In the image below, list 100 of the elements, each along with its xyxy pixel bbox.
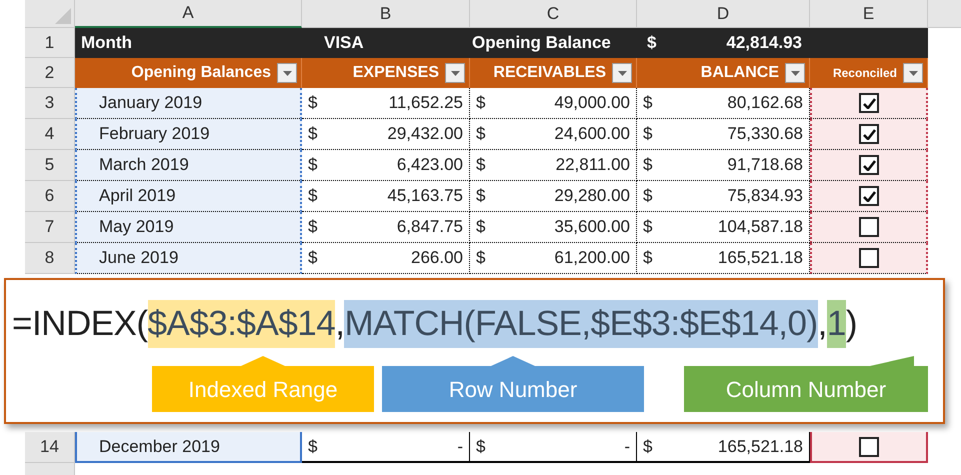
formula-reference: MATCH(FALSE,$E$3:$E$14,0) <box>344 300 818 348</box>
caret-icon <box>618 70 626 76</box>
amount: 104,587.18 <box>718 216 803 238</box>
table-cell: December 2019 <box>75 432 302 463</box>
column-title: BALANCE <box>700 63 779 83</box>
row-number: 4 <box>25 119 75 150</box>
checkbox[interactable] <box>859 436 879 456</box>
amount: 11,652.25 <box>388 92 463 114</box>
column-header[interactable]: E <box>810 0 928 28</box>
currency-symbol: $ <box>476 216 486 238</box>
caret-icon <box>282 70 292 76</box>
filter-dropdown-button[interactable] <box>445 63 465 83</box>
row-number <box>25 463 75 475</box>
currency-symbol: $ <box>643 216 652 238</box>
currency-symbol: $ <box>308 436 318 458</box>
column-title: Reconciled <box>832 65 897 82</box>
amount: 6,847.75 <box>396 216 463 238</box>
amount: 49,000.00 <box>554 92 630 114</box>
row-number: 1 <box>25 28 75 58</box>
row-number: 6 <box>25 181 75 212</box>
currency-symbol: $ <box>476 247 486 270</box>
checkbox[interactable] <box>859 186 879 206</box>
currency-symbol: $ <box>476 154 486 176</box>
formula-reference: $A$3:$A$14 <box>148 300 336 348</box>
account-name: VISA <box>323 32 365 54</box>
currency-symbol: $ <box>476 436 486 458</box>
column-header[interactable]: B <box>302 0 470 28</box>
table-cell: June 2019 <box>75 243 302 274</box>
amount: 75,834.93 <box>727 185 803 208</box>
amount: 22,811.00 <box>556 154 630 176</box>
formula-text: ) <box>846 303 858 345</box>
callout-pointer <box>870 356 914 366</box>
currency-symbol: $ <box>647 32 656 54</box>
amount: 6,423.00 <box>396 154 463 176</box>
formula-reference: 1 <box>826 300 846 348</box>
check-icon <box>862 98 876 108</box>
table-cell: January 2019 <box>75 88 302 119</box>
row-number: 3 <box>25 88 75 119</box>
amount: 35,600.00 <box>554 216 630 238</box>
amount: - <box>624 436 630 458</box>
amount: 24,600.00 <box>554 123 630 146</box>
column-header[interactable]: D <box>637 0 810 28</box>
checkbox[interactable] <box>859 93 879 113</box>
formula-text: , <box>335 303 344 345</box>
opening-balance-amount: 42,814.93 <box>726 32 802 54</box>
currency-symbol: $ <box>308 185 318 208</box>
column-title: EXPENSES <box>352 63 439 83</box>
currency-symbol: $ <box>308 247 318 270</box>
check-icon <box>862 190 876 202</box>
amount: 165,521.18 <box>718 436 803 458</box>
checkbox[interactable] <box>859 217 879 237</box>
check-icon <box>862 128 876 140</box>
amount: 266.00 <box>411 247 463 270</box>
table-cell: March 2019 <box>75 150 302 181</box>
caret-icon <box>908 70 918 76</box>
column-header[interactable]: C <box>470 0 637 28</box>
currency-symbol: $ <box>308 154 318 176</box>
opening-balance-label: Opening Balance <box>471 32 612 54</box>
amount: 29,280.00 <box>554 185 630 208</box>
currency-symbol: $ <box>476 92 486 114</box>
corner-triangle-icon <box>55 8 71 24</box>
row-number: 7 <box>25 212 75 243</box>
filter-dropdown-button[interactable] <box>277 63 297 83</box>
currency-symbol: $ <box>476 123 486 146</box>
currency-symbol: $ <box>643 154 652 176</box>
amount: 29,432.00 <box>387 123 463 146</box>
currency-symbol: $ <box>308 92 318 114</box>
row-number: 14 <box>25 432 75 463</box>
filter-dropdown-button[interactable] <box>612 63 632 83</box>
row-number: 8 <box>25 243 75 274</box>
caret-icon <box>450 70 460 76</box>
check-icon <box>862 160 876 170</box>
filter-dropdown-button[interactable] <box>785 63 805 83</box>
currency-symbol: $ <box>476 185 486 208</box>
amount: 75,330.68 <box>727 123 803 146</box>
caret-icon <box>790 70 800 76</box>
checkbox[interactable] <box>859 124 879 144</box>
amount: 91,718.68 <box>727 154 803 176</box>
currency-symbol: $ <box>643 123 652 146</box>
currency-symbol: $ <box>308 123 318 146</box>
callout-pointer <box>491 356 535 366</box>
formula-text: =INDEX( <box>12 303 148 345</box>
callout-pointer <box>241 356 285 366</box>
table-cell: April 2019 <box>75 181 302 212</box>
table-cell: February 2019 <box>75 119 302 150</box>
currency-symbol: $ <box>643 185 652 208</box>
title-label: Month <box>80 32 133 54</box>
row-number: 5 <box>25 150 75 181</box>
amount: 80,162.68 <box>727 92 803 114</box>
amount: - <box>457 436 463 458</box>
column-header[interactable]: A <box>75 0 302 28</box>
amount: 45,163.75 <box>387 185 463 208</box>
column-title: RECEIVABLES <box>493 63 606 83</box>
table-cell: May 2019 <box>75 212 302 243</box>
currency-symbol: $ <box>643 92 652 114</box>
formula-text: , <box>818 303 827 345</box>
filter-dropdown-button[interactable] <box>903 63 923 83</box>
checkbox[interactable] <box>859 155 879 175</box>
currency-symbol: $ <box>643 436 652 458</box>
checkbox[interactable] <box>859 248 879 268</box>
